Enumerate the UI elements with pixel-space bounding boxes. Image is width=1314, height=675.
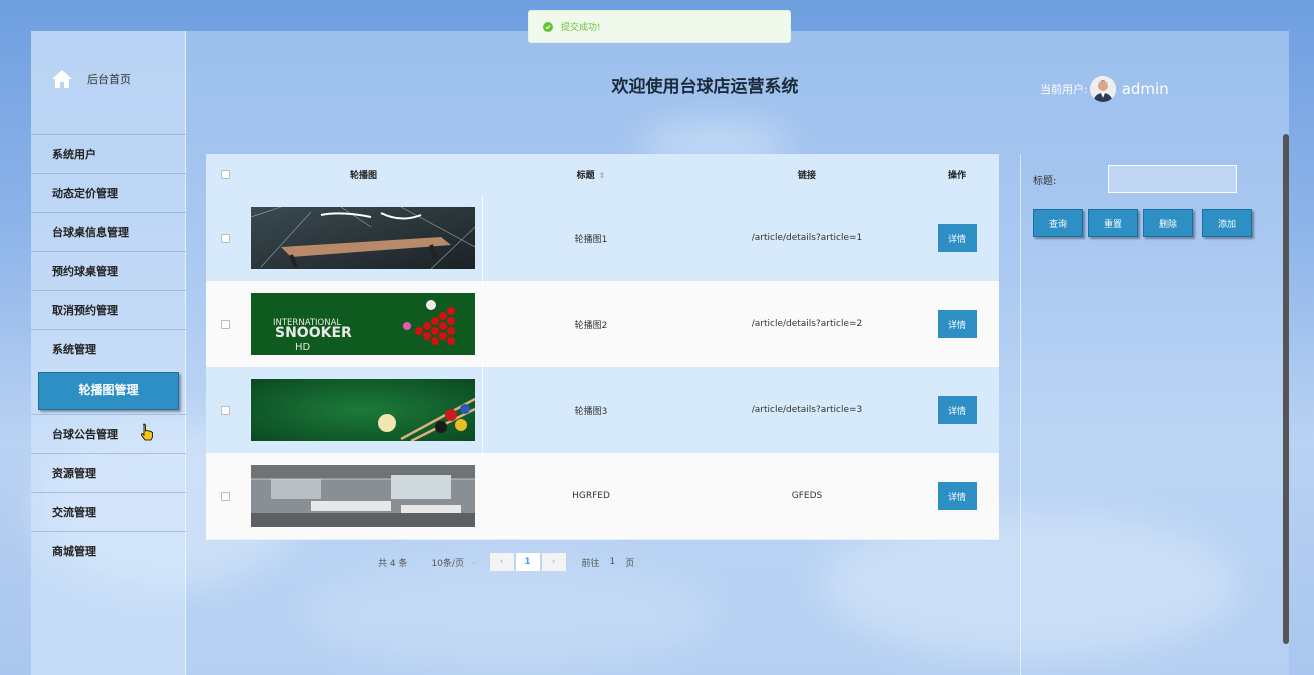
sidebar-item-announcements[interactable]: 台球公告管理 bbox=[31, 414, 186, 453]
next-page-button[interactable]: › bbox=[541, 553, 566, 571]
row-link: /article/details?article=2 bbox=[751, 319, 863, 329]
success-toast: 提交成功! bbox=[528, 10, 791, 43]
carousel-table: 轮播图 标题 ⇕ 链接 操作 轮播图1 /article/details?arti… bbox=[206, 154, 999, 540]
sidebar-item-table-info[interactable]: 台球桌信息管理 bbox=[31, 212, 186, 251]
home-link[interactable]: 后台首页 bbox=[51, 69, 131, 89]
chevron-down-icon[interactable]: ⌄ bbox=[470, 557, 478, 567]
row-title: 轮播图3 bbox=[574, 406, 608, 417]
row-title: HGRFED bbox=[572, 491, 610, 501]
title-search-input[interactable] bbox=[1108, 165, 1237, 193]
page-size-select[interactable]: 10条/页 bbox=[431, 556, 464, 569]
row-link: GFEDS bbox=[791, 491, 823, 501]
pagination: 共 4 条 10条/页 ⌄ ‹ 1 › 前往 1 页 bbox=[378, 553, 634, 571]
reset-button[interactable]: 重置 bbox=[1088, 209, 1138, 237]
carousel-image-4 bbox=[251, 465, 475, 527]
row-link: /article/details?article=3 bbox=[751, 405, 863, 415]
column-header-title[interactable]: 标题 ⇕ bbox=[483, 168, 699, 181]
carousel-image-1 bbox=[251, 207, 475, 269]
add-button[interactable]: 添加 bbox=[1202, 209, 1252, 237]
avatar[interactable] bbox=[1089, 76, 1116, 102]
sidebar-item-cancel-reservations[interactable]: 取消预约管理 bbox=[31, 290, 186, 329]
carousel-image-2: INTERNATIONAL SNOOKER HD bbox=[251, 293, 475, 355]
user-label: 当前用户: bbox=[1040, 83, 1088, 96]
goto-prefix: 前往 bbox=[581, 558, 600, 569]
delete-button[interactable]: 删除 bbox=[1143, 209, 1193, 237]
row-title: 轮播图2 bbox=[574, 320, 608, 331]
goto-suffix: 页 bbox=[625, 558, 635, 569]
sidebar-item-system-management[interactable]: 系统管理 bbox=[31, 329, 186, 368]
row-checkbox[interactable] bbox=[220, 405, 230, 415]
current-page[interactable]: 1 bbox=[515, 553, 540, 571]
current-user: 当前用户: admin bbox=[1040, 76, 1169, 102]
row-checkbox[interactable] bbox=[220, 491, 230, 501]
image-text-snooker: SNOOKER bbox=[275, 325, 352, 341]
toast-message: 提交成功! bbox=[561, 23, 601, 33]
row-title: 轮播图1 bbox=[574, 234, 608, 245]
sidebar-menu: 系统用户 动态定价管理 台球桌信息管理 预约球桌管理 取消预约管理 系统管理 轮… bbox=[31, 134, 186, 570]
detail-button[interactable]: 详情 bbox=[937, 224, 977, 252]
column-title-label: 标题 bbox=[576, 171, 595, 181]
column-header-action: 操作 bbox=[947, 171, 966, 181]
page-title: 欢迎使用台球店运营系统 bbox=[611, 77, 799, 97]
username[interactable]: admin bbox=[1122, 80, 1169, 98]
home-icon bbox=[52, 70, 72, 88]
scrollbar[interactable] bbox=[1283, 134, 1289, 644]
table-row: 轮播图1 /article/details?article=1 详情 bbox=[206, 195, 999, 281]
row-checkbox[interactable] bbox=[220, 233, 230, 243]
row-link: /article/details?article=1 bbox=[751, 233, 863, 243]
sort-icon[interactable]: ⇕ bbox=[599, 171, 606, 180]
image-text-hd: HD bbox=[295, 342, 311, 353]
total-count: 共 4 条 bbox=[378, 558, 408, 569]
hand-cursor-icon bbox=[140, 423, 153, 441]
sidebar-item-system-users[interactable]: 系统用户 bbox=[31, 134, 186, 173]
column-header-image: 轮播图 bbox=[349, 171, 377, 181]
home-label: 后台首页 bbox=[87, 73, 131, 86]
table-row: INTERNATIONAL SNOOKER HD 轮播图2 /article/d… bbox=[206, 281, 999, 367]
sidebar-item-reservations[interactable]: 预约球桌管理 bbox=[31, 251, 186, 290]
sidebar-item-communication[interactable]: 交流管理 bbox=[31, 492, 186, 531]
detail-button[interactable]: 详情 bbox=[937, 310, 977, 338]
prev-page-button[interactable]: ‹ bbox=[489, 553, 514, 571]
sidebar: 后台首页 系统用户 动态定价管理 台球桌信息管理 预约球桌管理 取消预约管理 系… bbox=[31, 31, 186, 675]
sidebar-item-dynamic-pricing[interactable]: 动态定价管理 bbox=[31, 173, 186, 212]
sidebar-item-shop[interactable]: 商城管理 bbox=[31, 531, 186, 570]
detail-button[interactable]: 详情 bbox=[937, 482, 977, 510]
goto-page-input[interactable]: 1 bbox=[610, 557, 616, 567]
table-row: HGRFED GFEDS 详情 bbox=[206, 453, 999, 539]
carousel-image-3 bbox=[251, 379, 475, 441]
search-label: 标题: bbox=[1033, 176, 1057, 187]
row-checkbox[interactable] bbox=[220, 319, 230, 329]
column-header-link: 链接 bbox=[797, 171, 816, 181]
sidebar-item-resources[interactable]: 资源管理 bbox=[31, 453, 186, 492]
detail-button[interactable]: 详情 bbox=[937, 396, 977, 424]
table-header: 轮播图 标题 ⇕ 链接 操作 bbox=[206, 154, 999, 195]
check-circle-icon bbox=[543, 21, 553, 32]
select-all-checkbox[interactable] bbox=[220, 170, 230, 179]
query-button[interactable]: 查询 bbox=[1033, 209, 1083, 237]
table-row: 轮播图3 /article/details?article=3 详情 bbox=[206, 367, 999, 453]
search-panel: 标题: 查询 重置 删除 添加 bbox=[1020, 154, 1279, 675]
sidebar-subitem-carousel[interactable]: 轮播图管理 bbox=[38, 372, 179, 410]
